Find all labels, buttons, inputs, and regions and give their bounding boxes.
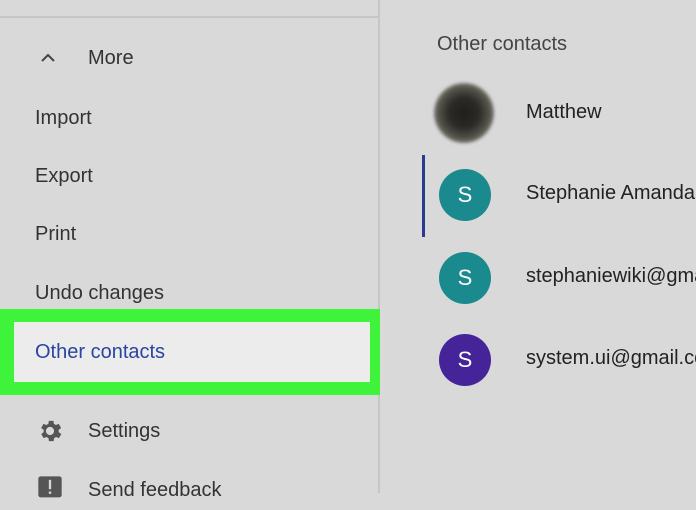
avatar-initial: S — [457, 182, 473, 207]
sidebar-item-label: Export — [35, 164, 93, 187]
avatar-initial: S — [457, 265, 473, 290]
contact-row[interactable]: Matthew — [380, 83, 696, 143]
feedback-icon — [38, 476, 62, 498]
sidebar-item-label: Undo changes — [35, 281, 164, 304]
avatar: S — [439, 169, 491, 221]
contact-row[interactable]: S stephaniewiki@gma — [380, 247, 696, 307]
contact-row[interactable]: S Stephanie Amanda — [380, 164, 696, 224]
highlight-frame: Other contacts — [0, 309, 383, 395]
sidebar-item-import[interactable]: Import — [0, 98, 378, 138]
contact-name: Matthew — [526, 101, 602, 123]
more-toggle[interactable]: More — [0, 38, 378, 78]
sidebar-item-export[interactable]: Export — [0, 156, 378, 196]
gear-icon — [41, 420, 62, 442]
sidebar-item-label: Print — [35, 222, 77, 245]
sidebar-item-print[interactable]: Print — [0, 214, 378, 254]
section-title: Other contacts — [437, 33, 568, 55]
contact-row[interactable]: S system.ui@gmail.co — [380, 329, 696, 389]
avatar — [434, 83, 494, 143]
sidebar-item-send-feedback[interactable]: Send feedback — [0, 470, 378, 510]
more-label: More — [88, 46, 134, 69]
top-divider — [0, 0, 380, 18]
settings-label: Settings — [88, 419, 161, 442]
sidebar-item-settings[interactable]: Settings — [0, 411, 378, 451]
avatar: S — [439, 252, 491, 304]
contact-name: stephaniewiki@gma — [526, 265, 696, 287]
contact-name: system.ui@gmail.co — [526, 347, 696, 369]
sidebar-item-undo-changes[interactable]: Undo changes — [0, 273, 378, 313]
sidebar-item-other-contacts[interactable]: Other contacts — [14, 322, 370, 382]
sidebar: More Import Export Print Undo changes Se… — [0, 0, 380, 501]
contacts-panel: Other contacts Matthew S Stephanie Amand… — [380, 0, 696, 493]
contact-name: Stephanie Amanda — [526, 182, 696, 204]
avatar-initial: S — [457, 347, 473, 372]
sidebar-item-label: Import — [35, 106, 92, 129]
sidebar-item-label: Other contacts — [35, 340, 166, 363]
avatar: S — [439, 334, 491, 386]
send-feedback-label: Send feedback — [88, 478, 222, 501]
chevron-up-icon — [41, 53, 55, 62]
